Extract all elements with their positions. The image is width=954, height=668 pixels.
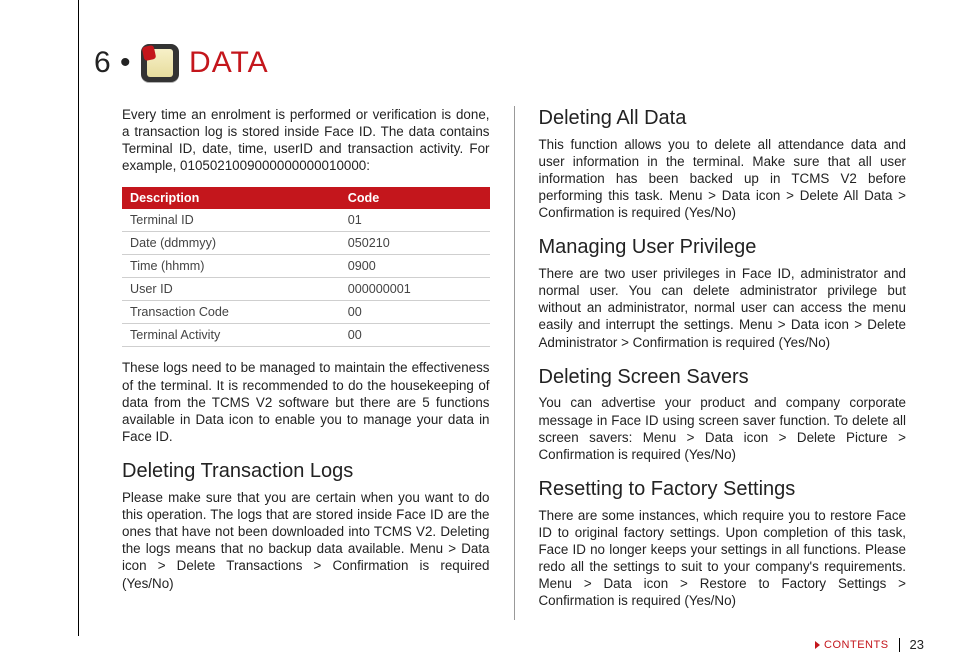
- chapter-number: 6 •: [94, 46, 131, 80]
- para-delete-all-data: This function allows you to delete all a…: [539, 136, 907, 222]
- table-row: Date (ddmmyy)050210: [122, 231, 490, 254]
- after-table-paragraph: These logs need to be managed to maintai…: [122, 359, 490, 445]
- left-margin-rule: [78, 0, 79, 636]
- contents-label: CONTENTS: [824, 639, 889, 651]
- data-icon: [141, 44, 179, 82]
- table-row: Time (hhmm)0900: [122, 254, 490, 277]
- content-columns: Every time an enrolment is performed or …: [122, 106, 906, 620]
- table-row: Transaction Code00: [122, 301, 490, 324]
- heading-factory-reset: Resetting to Factory Settings: [539, 477, 907, 503]
- table-cell: Terminal Activity: [122, 324, 340, 347]
- left-column: Every time an enrolment is performed or …: [122, 106, 490, 620]
- page-footer: CONTENTS 23: [815, 637, 924, 652]
- heading-manage-privilege: Managing User Privilege: [539, 235, 907, 261]
- table-cell: 0900: [340, 254, 490, 277]
- para-delete-trans-logs: Please make sure that you are certain wh…: [122, 489, 490, 592]
- chapter-heading: 6 • DATA: [94, 44, 269, 82]
- table-cell: Transaction Code: [122, 301, 340, 324]
- table-row: Terminal Activity00: [122, 324, 490, 347]
- table-row: Terminal ID01: [122, 209, 490, 232]
- intro-paragraph: Every time an enrolment is performed or …: [122, 106, 490, 175]
- table-cell: 00: [340, 324, 490, 347]
- contents-link[interactable]: CONTENTS: [815, 639, 889, 651]
- table-cell: Time (hhmm): [122, 254, 340, 277]
- table-cell: Terminal ID: [122, 209, 340, 232]
- code-breakdown-table: Description Code Terminal ID01Date (ddmm…: [122, 187, 490, 348]
- heading-delete-all-data: Deleting All Data: [539, 106, 907, 132]
- para-manage-privilege: There are two user privileges in Face ID…: [539, 265, 907, 351]
- table-row: User ID000000001: [122, 278, 490, 301]
- footer-separator: [899, 638, 900, 652]
- table-cell: 050210: [340, 231, 490, 254]
- para-factory-reset: There are some instances, which require …: [539, 507, 907, 610]
- table-header-code: Code: [340, 187, 490, 209]
- page-number: 23: [910, 637, 924, 652]
- table-cell: User ID: [122, 278, 340, 301]
- column-divider: [514, 106, 515, 620]
- table-cell: 00: [340, 301, 490, 324]
- right-column: Deleting All Data This function allows y…: [539, 106, 907, 620]
- table-cell: Date (ddmmyy): [122, 231, 340, 254]
- para-delete-screensavers: You can advertise your product and compa…: [539, 394, 907, 463]
- table-cell: 000000001: [340, 278, 490, 301]
- table-cell: 01: [340, 209, 490, 232]
- heading-delete-trans-logs: Deleting Transaction Logs: [122, 459, 490, 485]
- heading-delete-screensavers: Deleting Screen Savers: [539, 365, 907, 391]
- triangle-right-icon: [815, 641, 820, 649]
- table-header-description: Description: [122, 187, 340, 209]
- chapter-title: DATA: [189, 46, 269, 80]
